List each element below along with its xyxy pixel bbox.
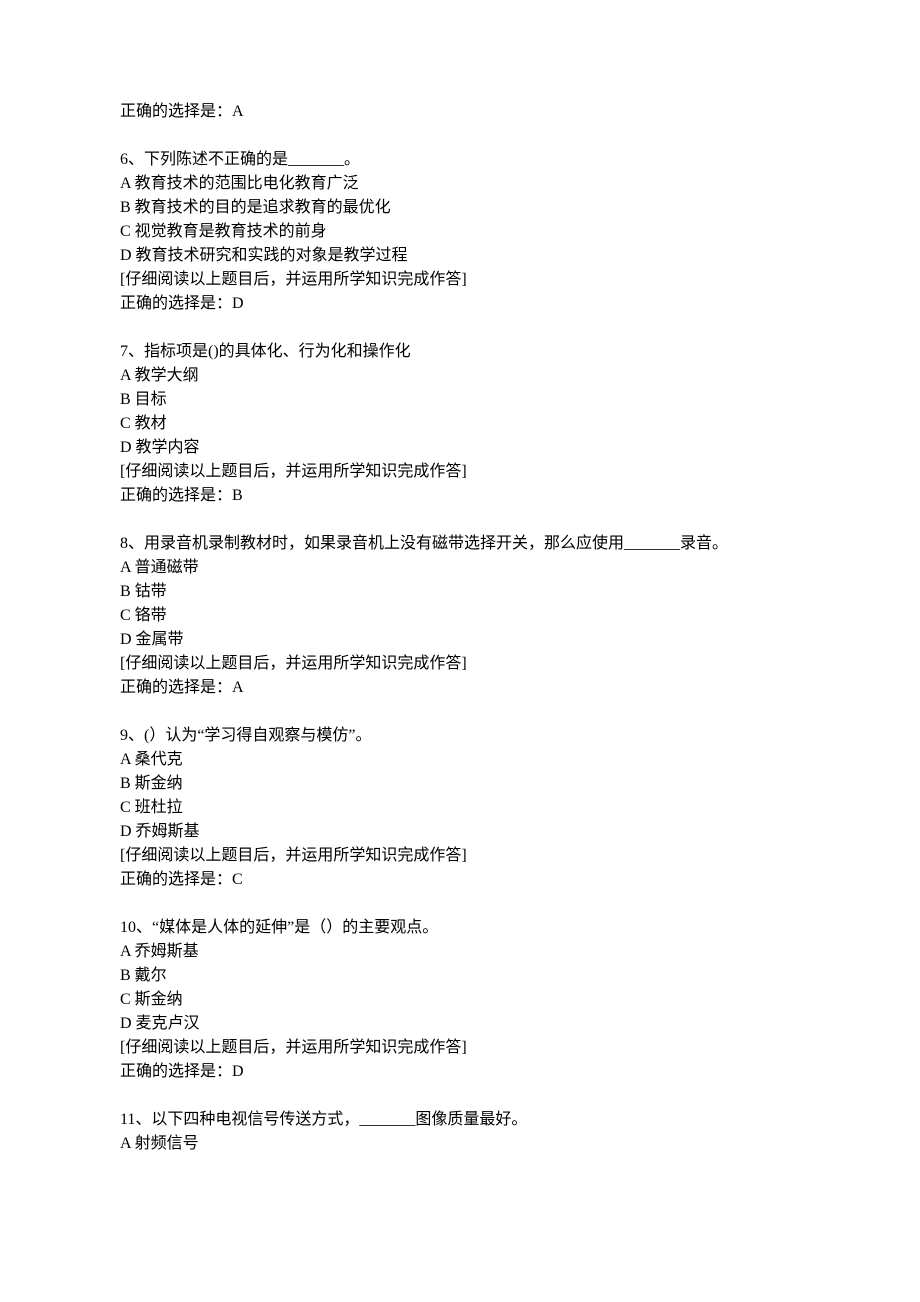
question-option: A 教学大纲 bbox=[120, 364, 800, 388]
question-option: D 麦克卢汉 bbox=[120, 1012, 800, 1036]
question-stem: 11、以下四种电视信号传送方式，_______图像质量最好。 bbox=[120, 1108, 800, 1132]
question-option: D 教学内容 bbox=[120, 436, 800, 460]
question-option: A 教育技术的范围比电化教育广泛 bbox=[120, 172, 800, 196]
question-answer: 正确的选择是：B bbox=[120, 484, 800, 508]
question-option: B 目标 bbox=[120, 388, 800, 412]
question-block: 7、指标项是()的具体化、行为化和操作化A 教学大纲B 目标C 教材D 教学内容… bbox=[120, 340, 800, 508]
question-option: C 斯金纳 bbox=[120, 988, 800, 1012]
question-instruction: [仔细阅读以上题目后，并运用所学知识完成作答] bbox=[120, 844, 800, 868]
questions-container: 6、下列陈述不正确的是_______。A 教育技术的范围比电化教育广泛B 教育技… bbox=[120, 148, 800, 1156]
question-instruction: [仔细阅读以上题目后，并运用所学知识完成作答] bbox=[120, 460, 800, 484]
document-page: 正确的选择是：A 6、下列陈述不正确的是_______。A 教育技术的范围比电化… bbox=[0, 0, 920, 1302]
question-option: A 乔姆斯基 bbox=[120, 940, 800, 964]
question-option: C 教材 bbox=[120, 412, 800, 436]
question-block: 6、下列陈述不正确的是_______。A 教育技术的范围比电化教育广泛B 教育技… bbox=[120, 148, 800, 316]
answer-line: 正确的选择是：A bbox=[120, 100, 800, 124]
question-block: 9、(）认为“学习得自观察与模仿”。A 桑代克B 斯金纳C 班杜拉D 乔姆斯基[… bbox=[120, 724, 800, 892]
question-option: C 视觉教育是教育技术的前身 bbox=[120, 220, 800, 244]
question-option: A 射频信号 bbox=[120, 1132, 800, 1156]
question-instruction: [仔细阅读以上题目后，并运用所学知识完成作答] bbox=[120, 1036, 800, 1060]
question-option: A 普通磁带 bbox=[120, 556, 800, 580]
question-option: C 铬带 bbox=[120, 604, 800, 628]
question-block: 11、以下四种电视信号传送方式，_______图像质量最好。A 射频信号 bbox=[120, 1108, 800, 1156]
question-option: B 教育技术的目的是追求教育的最优化 bbox=[120, 196, 800, 220]
question-option: D 教育技术研究和实践的对象是教学过程 bbox=[120, 244, 800, 268]
question-block: 10、“媒体是人体的延伸”是（）的主要观点。A 乔姆斯基B 戴尔C 斯金纳D 麦… bbox=[120, 916, 800, 1084]
question-option: D 乔姆斯基 bbox=[120, 820, 800, 844]
question-answer: 正确的选择是：D bbox=[120, 292, 800, 316]
question-option: A 桑代克 bbox=[120, 748, 800, 772]
question-instruction: [仔细阅读以上题目后，并运用所学知识完成作答] bbox=[120, 268, 800, 292]
question-option: B 戴尔 bbox=[120, 964, 800, 988]
question-answer: 正确的选择是：A bbox=[120, 676, 800, 700]
question-answer: 正确的选择是：D bbox=[120, 1060, 800, 1084]
question-answer: 正确的选择是：C bbox=[120, 868, 800, 892]
question-option: B 斯金纳 bbox=[120, 772, 800, 796]
intro-answer-block: 正确的选择是：A bbox=[120, 100, 800, 124]
question-block: 8、用录音机录制教材时，如果录音机上没有磁带选择开关，那么应使用_______录… bbox=[120, 532, 800, 700]
question-stem: 9、(）认为“学习得自观察与模仿”。 bbox=[120, 724, 800, 748]
question-option: B 钴带 bbox=[120, 580, 800, 604]
question-stem: 7、指标项是()的具体化、行为化和操作化 bbox=[120, 340, 800, 364]
question-stem: 8、用录音机录制教材时，如果录音机上没有磁带选择开关，那么应使用_______录… bbox=[120, 532, 800, 556]
question-option: C 班杜拉 bbox=[120, 796, 800, 820]
question-stem: 6、下列陈述不正确的是_______。 bbox=[120, 148, 800, 172]
question-instruction: [仔细阅读以上题目后，并运用所学知识完成作答] bbox=[120, 652, 800, 676]
question-stem: 10、“媒体是人体的延伸”是（）的主要观点。 bbox=[120, 916, 800, 940]
question-option: D 金属带 bbox=[120, 628, 800, 652]
